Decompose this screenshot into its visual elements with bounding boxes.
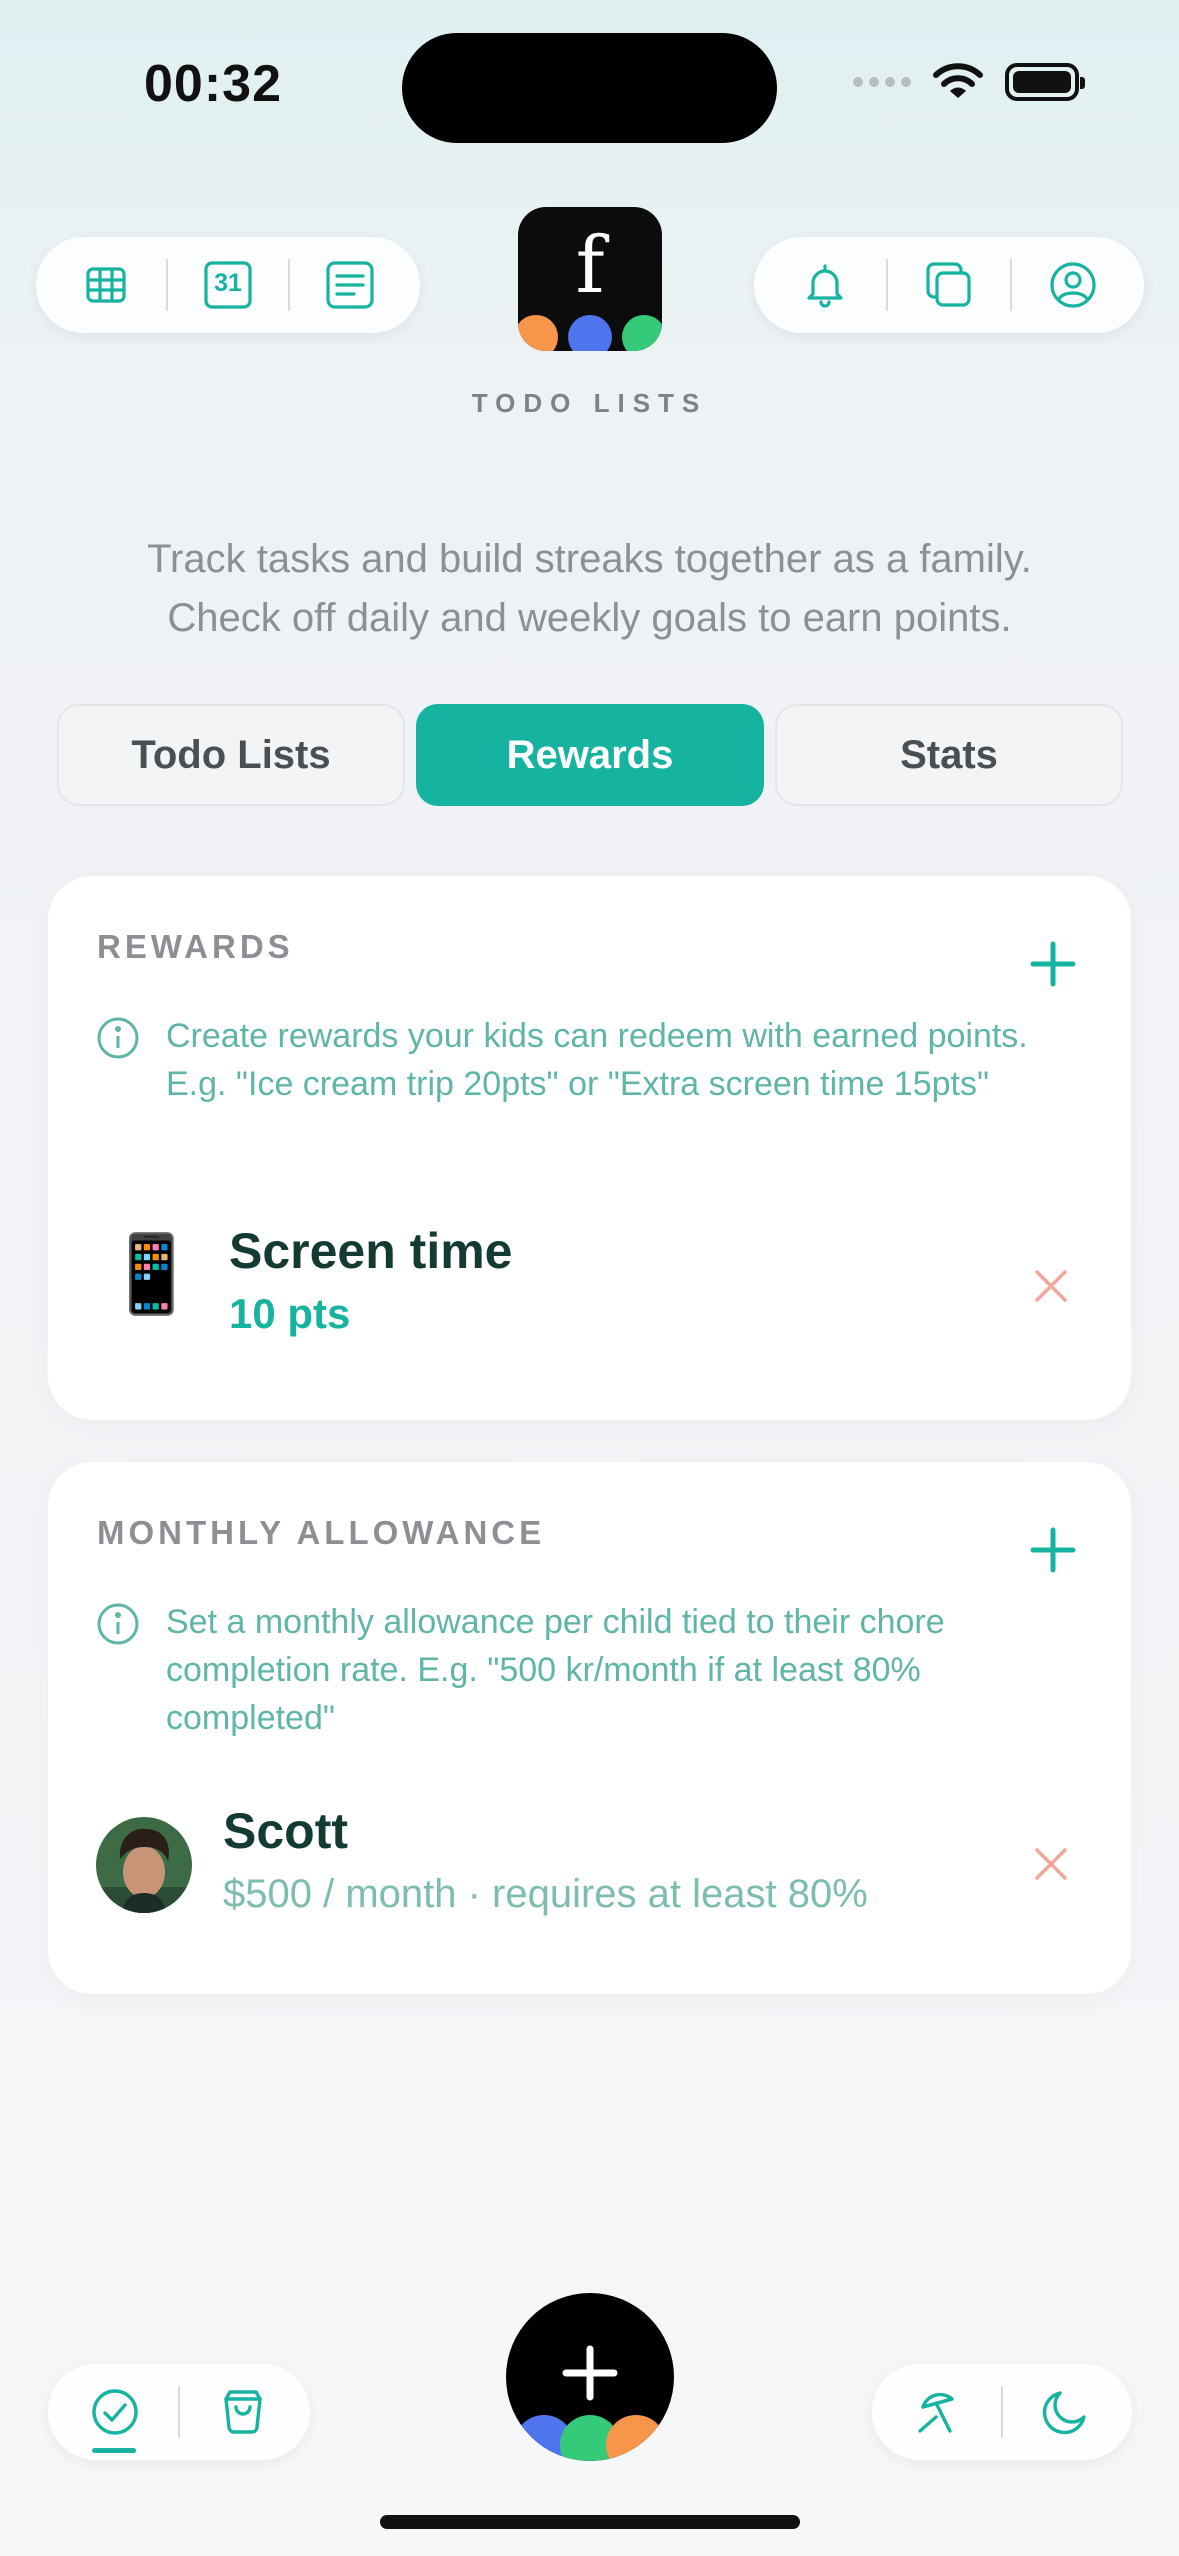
allowance-child-name: Scott — [223, 1803, 348, 1859]
copy-icon[interactable] — [909, 245, 989, 325]
bottom-right-toolbar — [872, 2364, 1132, 2460]
add-allowance-button[interactable] — [1025, 1522, 1081, 1578]
check-circle-icon[interactable] — [75, 2372, 155, 2452]
cellular-signal-icon — [853, 77, 911, 87]
status-icons — [853, 62, 1085, 102]
status-time: 00:32 — [144, 55, 282, 113]
logo-dot-blue — [568, 315, 612, 351]
reward-item-name: Screen time — [229, 1223, 513, 1279]
grid-icon[interactable] — [66, 245, 146, 325]
info-icon — [97, 1603, 139, 1645]
app-logo: f — [518, 207, 662, 351]
add-reward-button[interactable] — [1025, 936, 1081, 992]
tab-rewards[interactable]: Rewards — [416, 704, 764, 806]
tab-todo-lists[interactable]: Todo Lists — [57, 704, 405, 806]
dynamic-island — [402, 33, 777, 143]
battery-icon — [1005, 63, 1085, 101]
allowance-title: MONTHLY ALLOWANCE — [97, 1514, 546, 1551]
active-tab-indicator — [92, 2448, 136, 2453]
delete-allowance-button[interactable] — [1029, 1842, 1073, 1886]
rewards-info-text: Create rewards your kids can redeem with… — [166, 1017, 1028, 1103]
avatar — [96, 1817, 192, 1913]
calendar-number: 31 — [214, 269, 242, 297]
top-left-toolbar: 31 — [36, 237, 420, 333]
bag-icon[interactable] — [203, 2372, 283, 2452]
rewards-info: Create rewards your kids can redeem with… — [96, 1012, 1096, 1108]
logo-dot-orange — [518, 315, 558, 351]
profile-icon[interactable] — [1033, 245, 1113, 325]
rewards-card: REWARDS Create rewards your kids can red… — [48, 876, 1131, 1420]
rewards-title: REWARDS — [97, 928, 294, 965]
allowance-info-text: Set a monthly allowance per child tied t… — [166, 1603, 945, 1737]
plus-icon — [562, 2345, 618, 2401]
toolbar-divider — [288, 259, 290, 311]
reward-item-points: 10 pts — [229, 1290, 351, 1337]
wifi-icon — [933, 63, 983, 98]
allowance-card: MONTHLY ALLOWANCE Set a monthly allowanc… — [48, 1462, 1131, 1994]
allowance-info: Set a monthly allowance per child tied t… — [96, 1598, 1096, 1742]
top-right-toolbar — [754, 237, 1144, 333]
fab-dot-orange — [606, 2415, 666, 2461]
subtitle-line-2: Check off daily and weekly goals to earn… — [167, 596, 1012, 640]
subtitle: Track tasks and build streaks together a… — [0, 530, 1179, 648]
reward-item-emoji: 📱 — [104, 1232, 199, 1317]
delete-reward-button[interactable] — [1029, 1264, 1073, 1308]
umbrella-icon[interactable] — [899, 2372, 979, 2452]
info-icon — [97, 1017, 139, 1059]
toolbar-divider — [1001, 2386, 1003, 2438]
home-indicator — [380, 2515, 800, 2529]
logo-letter: f — [575, 221, 605, 311]
bottom-left-toolbar — [48, 2364, 310, 2460]
toolbar-divider — [166, 259, 168, 311]
logo-dot-green — [622, 315, 662, 351]
bell-icon[interactable] — [785, 245, 865, 325]
app-title: TODO LISTS — [471, 388, 708, 418]
toolbar-divider — [177, 2386, 180, 2438]
add-button[interactable] — [506, 2293, 674, 2461]
toolbar-divider — [1010, 259, 1013, 311]
allowance-detail: $500 / month · requires at least 80% — [223, 1872, 868, 1916]
list-icon[interactable] — [310, 245, 390, 325]
subtitle-line-1: Track tasks and build streaks together a… — [147, 537, 1032, 581]
moon-icon[interactable] — [1025, 2372, 1105, 2452]
calendar-icon[interactable]: 31 — [188, 245, 268, 325]
toolbar-divider — [885, 259, 888, 311]
tab-stats[interactable]: Stats — [775, 704, 1123, 806]
